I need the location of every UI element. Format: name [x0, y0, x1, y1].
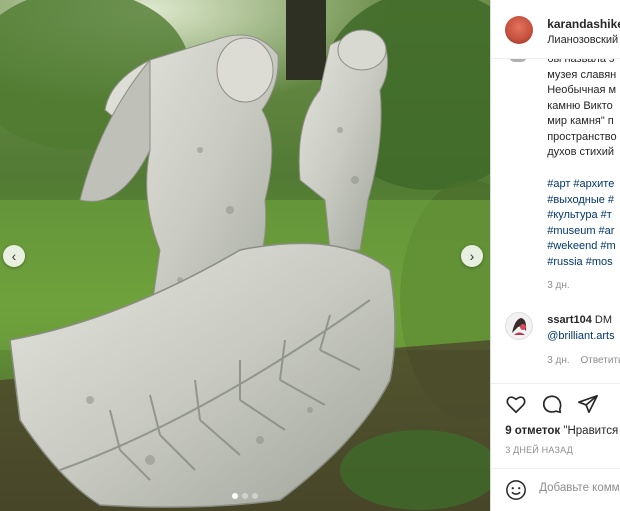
heart-icon[interactable]: [505, 393, 527, 415]
comment-username[interactable]: ssart104: [547, 314, 592, 326]
caption-line: духов стихий: [547, 146, 614, 158]
post-image[interactable]: ‹ ›: [0, 0, 491, 511]
comment-avatar[interactable]: [505, 312, 534, 340]
post-date: 3 ДНЕЙ НАЗАД: [505, 445, 573, 455]
emoji-icon[interactable]: [505, 479, 527, 501]
hashtag-link[interactable]: #арт #архите: [547, 177, 616, 193]
username-link[interactable]: karandashike: [547, 17, 620, 31]
sculpture-photo: [0, 0, 491, 511]
likes-count[interactable]: 9 отметок "Нравится: [505, 425, 618, 437]
caption-line: пространство: [547, 130, 617, 143]
actions-divider: [491, 383, 620, 384]
likes-text: "Нравится: [563, 425, 619, 437]
caption-line: Необычная м: [547, 84, 617, 96]
post-sidebar: бы назвала э музея славян Необычная м ка…: [490, 0, 620, 511]
hashtag-link[interactable]: #russia #mos: [547, 255, 616, 271]
post-caption: бы назвала э музея славян Необычная м ка…: [547, 52, 620, 161]
comment-icon[interactable]: [541, 393, 563, 415]
comment-avatar-image: [506, 313, 533, 339]
hashtag-link[interactable]: #museum #ar: [547, 224, 616, 240]
comment-reply-button[interactable]: Ответить: [580, 355, 620, 366]
caption-line: камню Викто: [547, 99, 613, 112]
post-header: karandashike Лианозовский п: [491, 0, 620, 59]
avatar[interactable]: [505, 16, 534, 44]
comment-text: ssart104 DM: [547, 314, 612, 326]
caption-line: музея славян: [547, 68, 617, 81]
action-bar: [505, 393, 599, 415]
chevron-left-icon[interactable]: ‹: [3, 245, 25, 267]
post-card: ‹ › бы назвала э музея славян Необычная …: [0, 0, 620, 511]
comment-body: DM: [594, 314, 613, 326]
caption-line: мир камня" п: [547, 115, 614, 127]
comment-time: 3 дн.: [547, 355, 570, 366]
carousel-dot: [252, 493, 259, 499]
carousel-dot: [242, 493, 249, 499]
carousel-dot: [232, 493, 239, 499]
hashtag-link[interactable]: #культура #т: [547, 208, 616, 224]
chevron-right-icon[interactable]: ›: [461, 245, 483, 267]
comment-meta: 3 дн. Ответить: [547, 355, 620, 366]
likes-number: 9 отметок: [505, 425, 561, 437]
carousel-dots: [0, 493, 490, 499]
hashtag-list: #арт #архите #выходные # #культура #т #m…: [547, 177, 616, 270]
share-icon[interactable]: [577, 393, 599, 415]
add-comment-bar: [491, 468, 620, 511]
caption-time: 3 дн.: [547, 280, 570, 291]
add-comment-input[interactable]: [539, 482, 620, 494]
comment-mention-link[interactable]: @brilliant.arts: [547, 330, 614, 342]
hashtag-link[interactable]: #выходные #: [547, 193, 616, 209]
location-link[interactable]: Лианозовский п: [547, 34, 620, 46]
hashtag-link[interactable]: #wekeend #m: [547, 239, 616, 255]
